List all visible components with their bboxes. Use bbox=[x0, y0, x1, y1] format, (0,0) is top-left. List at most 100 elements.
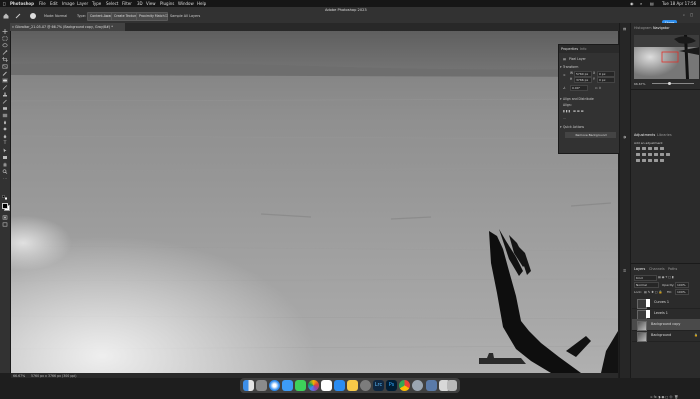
threshold-icon[interactable] bbox=[648, 159, 652, 162]
menu-3d[interactable]: 3D bbox=[137, 1, 143, 6]
flip-icons[interactable]: ⇔ ⇕ bbox=[595, 86, 601, 90]
link-icon[interactable]: ∞ bbox=[563, 73, 566, 77]
invert-icon[interactable] bbox=[636, 159, 640, 162]
quick-mask-icon[interactable] bbox=[2, 215, 8, 220]
document-dimensions[interactable]: 5760 px x 3766 px (300 ppi) bbox=[31, 374, 77, 378]
layer-row[interactable]: Background 🔒 bbox=[623, 330, 700, 342]
more-tools-icon[interactable]: ⋯ bbox=[2, 176, 8, 181]
y-field[interactable]: 0 px bbox=[597, 77, 615, 83]
more-options-icon[interactable]: ⋯ bbox=[563, 116, 566, 120]
tab-navigator[interactable]: Navigator bbox=[653, 26, 670, 30]
navigator-zoom-value[interactable]: 66.67% bbox=[634, 82, 645, 86]
layer-mask-thumb[interactable] bbox=[646, 309, 650, 318]
brightness-icon[interactable] bbox=[636, 147, 640, 150]
opacity-field[interactable]: 100% bbox=[675, 282, 689, 288]
selective-color-icon[interactable] bbox=[660, 159, 664, 162]
trash-icon[interactable] bbox=[447, 380, 457, 391]
hue-sat-icon[interactable] bbox=[636, 153, 640, 156]
dodge-tool-icon[interactable] bbox=[2, 127, 8, 132]
mode-select[interactable]: Normal bbox=[55, 14, 67, 18]
zoom-readout[interactable]: 66.67% bbox=[13, 374, 25, 378]
search-icon[interactable]: ⌕ bbox=[683, 13, 685, 17]
color-lookup-icon[interactable] bbox=[666, 153, 670, 156]
brush-size-preset[interactable] bbox=[30, 13, 36, 19]
height-field[interactable]: 3766 px bbox=[574, 77, 592, 83]
tab-channels[interactable]: Channels bbox=[649, 267, 665, 271]
apple-icon[interactable]:  bbox=[3, 1, 5, 6]
downloads-icon[interactable] bbox=[426, 380, 437, 391]
black-white-icon[interactable] bbox=[648, 153, 652, 156]
quick-actions-section[interactable]: Quick Actions bbox=[563, 125, 584, 129]
eyedropper-tool-icon[interactable] bbox=[2, 71, 8, 76]
frame-tool-icon[interactable] bbox=[2, 64, 8, 69]
levels-icon[interactable] bbox=[642, 147, 646, 150]
eraser-tool-icon[interactable] bbox=[2, 106, 8, 111]
menu-window[interactable]: Window bbox=[178, 1, 194, 6]
crop-tool-icon[interactable] bbox=[2, 57, 8, 62]
menu-type[interactable]: Type bbox=[92, 1, 101, 6]
search-icon[interactable]: ⌕ bbox=[640, 1, 642, 6]
gradient-tool-icon[interactable] bbox=[2, 113, 8, 118]
menu-app-name[interactable]: Photoshop bbox=[10, 1, 34, 6]
menu-file[interactable]: File bbox=[39, 1, 46, 6]
blend-mode-select[interactable]: Normal bbox=[634, 282, 659, 288]
transform-section[interactable]: Transform bbox=[563, 65, 578, 69]
mail-icon[interactable] bbox=[282, 380, 293, 391]
sample-all-checkbox[interactable]: ☑ bbox=[165, 14, 168, 18]
tab-adjustments[interactable]: Adjustments bbox=[634, 133, 655, 137]
default-colors-icon[interactable] bbox=[2, 195, 8, 200]
tab-info[interactable]: Info bbox=[580, 47, 586, 51]
filter-icons[interactable]: ▤ ◉ T □ ▮ bbox=[658, 275, 674, 279]
vibrance-icon[interactable] bbox=[660, 147, 664, 150]
tab-layers[interactable]: Layers bbox=[634, 267, 645, 271]
document-canvas[interactable] bbox=[11, 31, 618, 373]
histogram-icon[interactable]: ▤ bbox=[623, 27, 626, 31]
screen-mode-icon[interactable] bbox=[2, 222, 8, 227]
align-icons[interactable]: ▮▮▮ ▬▬▬ bbox=[563, 109, 585, 113]
lock-icons[interactable]: ▤ ✎ ✚ □ 🔒 bbox=[644, 290, 662, 294]
menu-layer[interactable]: Layer bbox=[77, 1, 88, 6]
proximity-match-button[interactable]: Proximity Match bbox=[136, 12, 168, 21]
lock-icon[interactable]: 🔒 bbox=[694, 333, 698, 337]
exposure-icon[interactable] bbox=[654, 147, 658, 150]
zoom-tool-icon[interactable] bbox=[2, 169, 8, 174]
align-section[interactable]: Align and Distribute bbox=[563, 97, 594, 101]
blur-tool-icon[interactable] bbox=[2, 120, 8, 125]
tab-libraries[interactable]: Libraries bbox=[657, 133, 672, 137]
photos-icon[interactable] bbox=[308, 380, 319, 391]
photoshop-icon[interactable]: Ps bbox=[386, 380, 397, 391]
system-settings-icon[interactable] bbox=[360, 380, 371, 391]
brush-tool-icon[interactable] bbox=[2, 85, 8, 90]
lasso-tool-icon[interactable] bbox=[2, 43, 8, 48]
menu-clock[interactable]: Tue 18 Apr 17:56 bbox=[662, 1, 696, 6]
posterize-icon[interactable] bbox=[642, 159, 646, 162]
safari-icon[interactable] bbox=[269, 380, 280, 391]
quick-select-tool-icon[interactable] bbox=[2, 50, 8, 55]
launchpad-icon[interactable] bbox=[256, 380, 267, 391]
finder-icon[interactable] bbox=[243, 380, 254, 391]
menu-image[interactable]: Image bbox=[62, 1, 75, 6]
workspace-icon[interactable]: □ bbox=[690, 13, 693, 17]
home-icon[interactable] bbox=[3, 13, 9, 19]
lightroom-icon[interactable]: Lrc bbox=[373, 380, 384, 391]
adjustments-icon[interactable]: ◑ bbox=[623, 135, 626, 139]
chrome-icon[interactable] bbox=[399, 380, 410, 391]
menu-help[interactable]: Help bbox=[197, 1, 206, 6]
move-tool-icon[interactable] bbox=[2, 29, 8, 34]
history-brush-tool-icon[interactable] bbox=[2, 99, 8, 104]
gradient-map-icon[interactable] bbox=[654, 159, 658, 162]
layer-name[interactable]: Background copy bbox=[651, 322, 680, 326]
healing-brush-icon[interactable] bbox=[15, 13, 21, 19]
document-tab[interactable]: Gibraltar_21-05-07 @ 66.7% (Background c… bbox=[10, 23, 125, 31]
menu-filter[interactable]: Filter bbox=[122, 1, 132, 6]
foreground-color-swatch[interactable] bbox=[2, 203, 8, 209]
tab-histogram[interactable]: Histogram bbox=[634, 26, 652, 30]
color-balance-icon[interactable] bbox=[642, 153, 646, 156]
close-tab-icon[interactable]: × bbox=[12, 25, 15, 29]
control-center-icon[interactable]: ▤ bbox=[650, 1, 654, 6]
zoom-slider[interactable] bbox=[652, 83, 694, 84]
menu-select[interactable]: Select bbox=[106, 1, 118, 6]
marquee-tool-icon[interactable] bbox=[2, 36, 8, 41]
angle-field[interactable]: 0.00° bbox=[570, 85, 588, 91]
channel-mixer-icon[interactable] bbox=[660, 153, 664, 156]
